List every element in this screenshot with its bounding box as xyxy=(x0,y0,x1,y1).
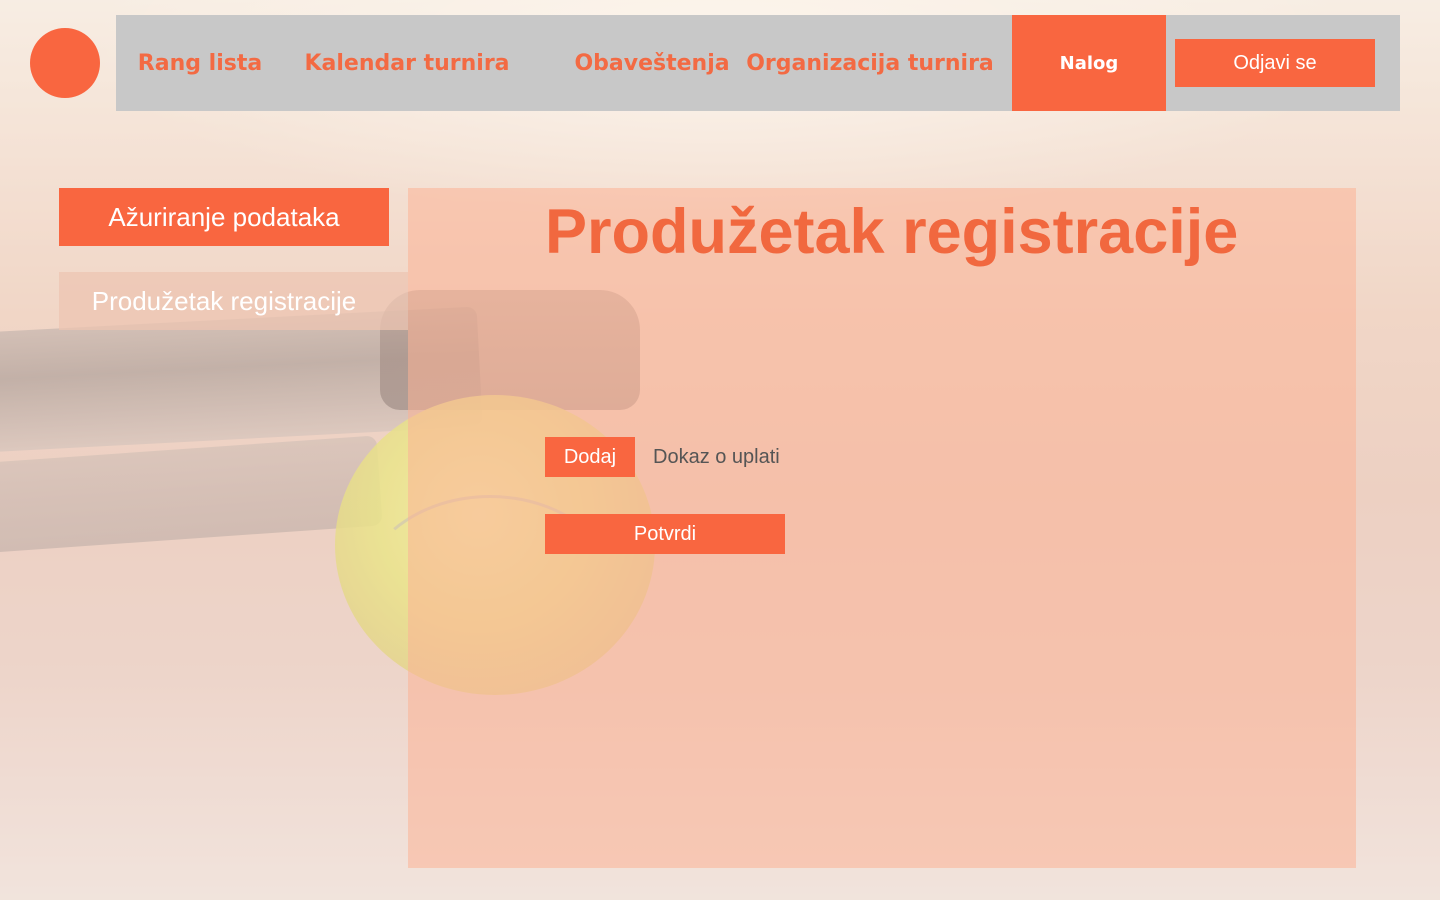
nav-item-organizacija-turnira[interactable]: Organizacija turnira xyxy=(746,15,994,111)
nav-item-obavestenja[interactable]: Obaveštenja xyxy=(574,15,729,111)
add-file-button[interactable]: Dodaj xyxy=(545,437,635,477)
top-navbar: Rang lista Kalendar turnira Obaveštenja … xyxy=(116,15,1400,111)
confirm-button[interactable]: Potvrdi xyxy=(545,514,785,554)
page-title: Produžetak registracije xyxy=(545,197,1239,267)
sidebar-item-azuriranje-podataka[interactable]: Ažuriranje podataka xyxy=(59,188,389,246)
nav-item-nalog[interactable]: Nalog xyxy=(1012,15,1166,111)
logout-button[interactable]: Odjavi se xyxy=(1175,39,1375,87)
logo[interactable] xyxy=(30,28,100,98)
nav-item-rang-lista[interactable]: Rang lista xyxy=(136,15,264,111)
payment-proof-label: Dokaz o uplati xyxy=(653,446,780,468)
sidebar-item-produzetak-registracije[interactable]: Produžetak registracije xyxy=(59,272,408,330)
nav-item-kalendar-turnira[interactable]: Kalendar turnira xyxy=(304,15,509,111)
